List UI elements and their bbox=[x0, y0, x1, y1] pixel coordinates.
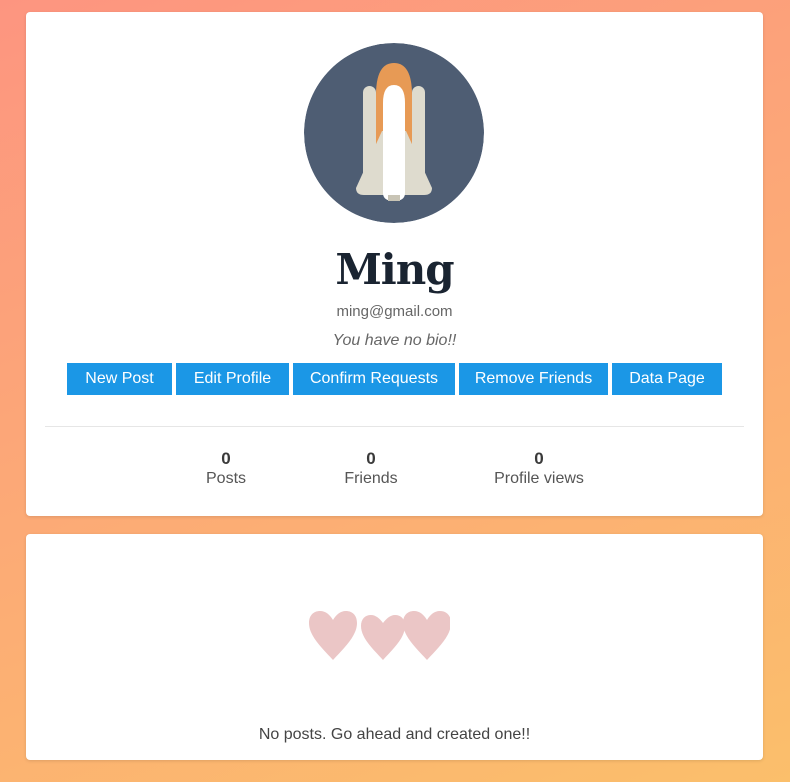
bio: You have no bio!! bbox=[332, 332, 457, 349]
empty-state-illustration bbox=[308, 610, 450, 662]
stat-posts: 0 Posts bbox=[206, 449, 246, 489]
stat-label: Posts bbox=[205, 470, 247, 487]
stat-profile-views: 0 Profile views bbox=[494, 449, 584, 489]
divider bbox=[45, 426, 744, 427]
stat-count: 0 bbox=[534, 449, 544, 468]
stat-label: Friends bbox=[344, 470, 398, 487]
profile-card: Ming ming@gmail.com You have no bio!! Ne… bbox=[26, 12, 763, 516]
empty-posts-message: No posts. Go ahead and created one!! bbox=[258, 726, 531, 743]
stat-count: 0 bbox=[366, 449, 376, 468]
stat-count: 0 bbox=[221, 449, 231, 468]
new-post-button[interactable]: New Post bbox=[67, 363, 172, 395]
email: ming@gmail.com bbox=[336, 303, 453, 320]
avatar bbox=[304, 43, 484, 223]
confirm-requests-button[interactable]: Confirm Requests bbox=[293, 363, 455, 395]
posts-card: No posts. Go ahead and created one!! bbox=[26, 534, 763, 760]
profile-actions: New Post Edit Profile Confirm Requests R… bbox=[67, 363, 722, 395]
edit-profile-button[interactable]: Edit Profile bbox=[176, 363, 289, 395]
hearts-icon bbox=[309, 611, 450, 660]
remove-friends-button[interactable]: Remove Friends bbox=[459, 363, 608, 395]
username: Ming bbox=[335, 245, 454, 294]
stat-label: Profile views bbox=[494, 470, 584, 487]
stat-friends: 0 Friends bbox=[344, 449, 397, 489]
space-shuttle-icon bbox=[304, 43, 484, 223]
data-page-button[interactable]: Data Page bbox=[612, 363, 722, 395]
